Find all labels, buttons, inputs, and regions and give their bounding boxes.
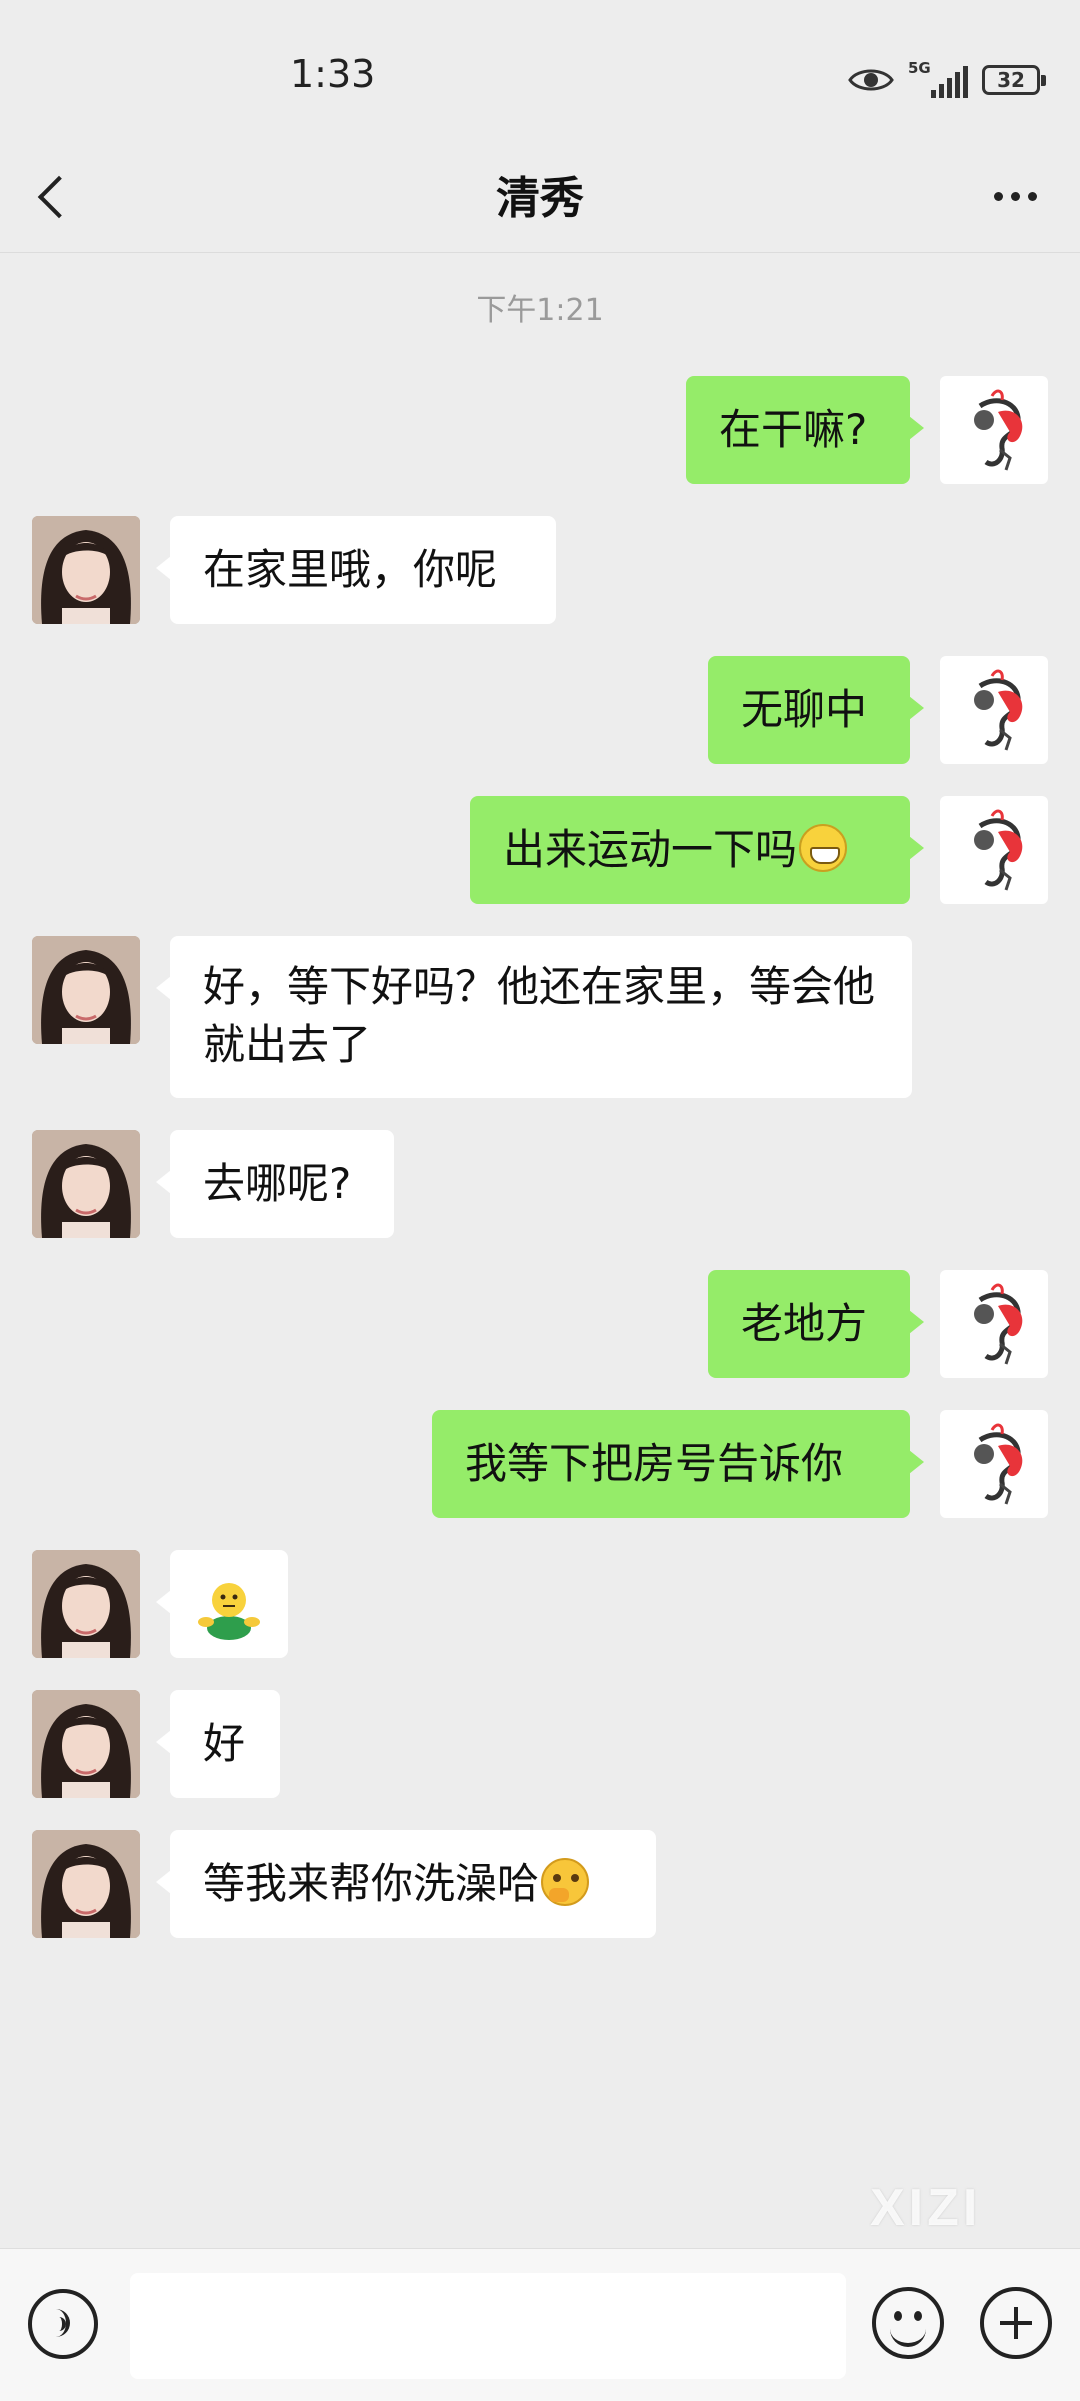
contact-avatar[interactable] [32, 1690, 140, 1798]
signal-icon: 5G [908, 59, 968, 98]
message-text: 好 [203, 1719, 246, 1768]
status-icons: 5G 32 [848, 56, 1046, 104]
message-bubble-outgoing[interactable]: 无聊中 [708, 656, 924, 764]
my-avatar[interactable] [940, 376, 1048, 484]
contact-avatar[interactable] [32, 1550, 140, 1658]
more-options-button[interactable] [980, 168, 1050, 224]
page-title: 清秀 [496, 173, 584, 224]
contact-avatar[interactable] [32, 1130, 140, 1238]
my-avatar[interactable] [940, 1270, 1048, 1378]
more-functions-button[interactable] [980, 2287, 1052, 2359]
message-bubble-outgoing[interactable]: 老地方 [708, 1270, 924, 1378]
chat-header: 清秀 [0, 140, 1080, 253]
message-bubble-incoming[interactable]: 好 [156, 1690, 280, 1798]
message-bubble-incoming[interactable]: 在家里哦，你呢 [156, 516, 556, 624]
more-dots-icon [993, 191, 1003, 201]
message-input[interactable] [130, 2273, 846, 2379]
message-bubble-outgoing[interactable]: 出来运动一下吗 [470, 796, 924, 904]
message-bubble-incoming[interactable]: 去哪呢? [156, 1130, 394, 1238]
message-input-bar [0, 2248, 1080, 2401]
message-timestamp: 下午1:21 [476, 293, 604, 328]
watermark-logo: XIZI [870, 2179, 982, 2237]
message-text: 好，等下好吗？他还在家里，等会他就出去了 [203, 962, 876, 1069]
message-text: 去哪呢? [203, 1159, 352, 1208]
emoji-button[interactable] [872, 2287, 944, 2359]
contact-avatar[interactable] [32, 516, 140, 624]
status-time: 1:33 [290, 52, 376, 96]
message-bubble-outgoing[interactable]: 我等下把房号告诉你 [432, 1410, 924, 1518]
hug-sticker-icon [198, 1583, 260, 1640]
voice-input-button[interactable] [28, 2289, 98, 2359]
message-bubble-incoming[interactable] [156, 1550, 288, 1658]
my-avatar[interactable] [940, 796, 1048, 904]
contact-avatar[interactable] [32, 936, 140, 1044]
grinning-emoji [799, 824, 848, 872]
my-avatar[interactable] [940, 656, 1048, 764]
network-type: 5G [908, 59, 931, 77]
contact-avatar[interactable] [32, 1830, 140, 1938]
status-bar: 1:33 5G 32 [0, 0, 1080, 160]
message-text: 我等下把房号告诉你 [465, 1439, 844, 1488]
message-text: 等我来帮你洗澡哈 [203, 1859, 540, 1908]
message-bubble-outgoing[interactable]: 在干嘛? [686, 376, 924, 484]
message-text: 出来运动一下吗 [503, 825, 798, 874]
my-avatar[interactable] [940, 1410, 1048, 1518]
message-bubble-incoming[interactable]: 好，等下好吗？他还在家里，等会他就出去了 [156, 936, 912, 1098]
message-text: 无聊中 [741, 685, 868, 734]
message-text: 在家里哦，你呢 [203, 545, 498, 594]
thinking-emoji [541, 1858, 590, 1906]
message-text: 在干嘛? [719, 405, 868, 454]
eye-icon [848, 69, 894, 91]
battery-icon: 32 [982, 65, 1046, 95]
message-text: 老地方 [741, 1299, 868, 1348]
message-bubble-incoming[interactable]: 等我来帮你洗澡哈 [156, 1830, 656, 1938]
